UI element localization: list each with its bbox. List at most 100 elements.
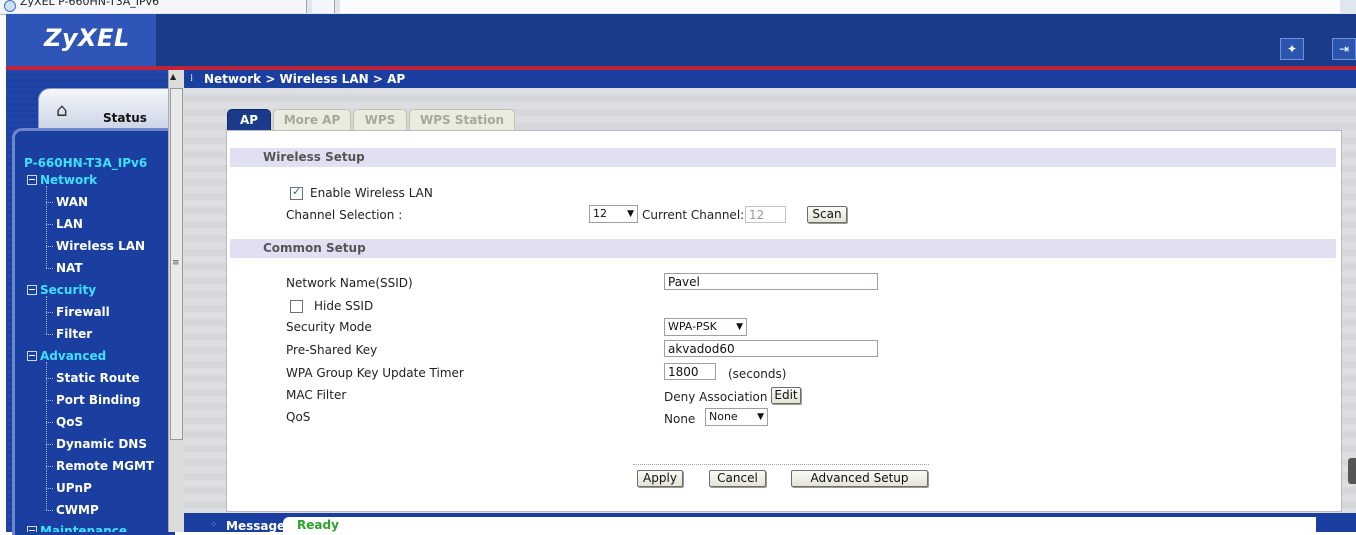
sidebar-item-remote-mgmt[interactable]: Remote MGMT bbox=[56, 459, 154, 473]
section-header-common-setup: Common Setup bbox=[230, 239, 1336, 258]
browser-tab[interactable]: ZyXEL P-660HN-T3A_IPv6 bbox=[0, 0, 307, 13]
sidebar-item-wan[interactable]: WAN bbox=[56, 195, 88, 209]
psk-label: Pre-Shared Key bbox=[286, 343, 378, 357]
cancel-button[interactable]: Cancel bbox=[709, 470, 766, 487]
nav-section-label: Advanced bbox=[40, 349, 107, 363]
tree-branch bbox=[46, 466, 53, 468]
scrollbar-grip-icon: ≡ bbox=[172, 258, 180, 268]
nav-section-label: Maintenance bbox=[40, 524, 128, 532]
tree-branch bbox=[46, 202, 53, 204]
device-model-name: P-660HN-T3A_IPv6 bbox=[24, 156, 148, 170]
message-field bbox=[283, 517, 1316, 532]
current-channel-field: 12 bbox=[745, 206, 786, 223]
ssid-label: Network Name(SSID) bbox=[286, 276, 413, 290]
tree-branch bbox=[46, 488, 53, 490]
channel-select-value: 12 bbox=[593, 207, 607, 220]
message-label: Message bbox=[226, 519, 286, 533]
hide-ssid-checkbox[interactable] bbox=[290, 300, 303, 313]
advanced-setup-button[interactable]: Advanced Setup bbox=[791, 470, 928, 487]
tree-branch bbox=[46, 422, 53, 424]
qos-select[interactable]: None ▼ bbox=[705, 408, 768, 426]
page-favicon-icon bbox=[4, 0, 16, 12]
sidebar-item-qos[interactable]: QoS bbox=[56, 415, 83, 429]
browser-tab-strip: ZyXEL P-660HN-T3A_IPv6 bbox=[0, 0, 1356, 15]
zyxel-logo: ZyXEL bbox=[44, 24, 130, 52]
qos-select-value: None bbox=[709, 410, 738, 423]
browser-tab-title: ZyXEL P-660HN-T3A_IPv6 bbox=[20, 0, 160, 8]
sidebar-item-filter[interactable]: Filter bbox=[56, 327, 92, 341]
security-mode-value: WPA-PSK bbox=[668, 320, 717, 333]
header-bar bbox=[6, 14, 1356, 68]
sidebar-item-cwmp[interactable]: CWMP bbox=[56, 503, 99, 517]
tree-branch bbox=[46, 378, 53, 380]
chevron-down-icon: ▼ bbox=[627, 209, 634, 219]
qos-value: None bbox=[664, 412, 696, 426]
sidebar-item-static-route[interactable]: Static Route bbox=[56, 371, 140, 385]
sidebar-item-upnp[interactable]: UPnP bbox=[56, 481, 92, 495]
group-key-timer-input[interactable]: 1800 bbox=[664, 363, 716, 380]
apply-button[interactable]: Apply bbox=[637, 470, 683, 487]
section-title: Wireless Setup bbox=[263, 150, 365, 164]
logout-icon[interactable]: ⇥ bbox=[1332, 38, 1356, 60]
sidebar-item-wireless-lan[interactable]: Wireless LAN bbox=[56, 239, 145, 253]
tree-branch bbox=[46, 224, 53, 226]
tree-branch bbox=[46, 444, 53, 446]
security-mode-select[interactable]: WPA-PSK ▼ bbox=[664, 318, 747, 336]
message-grip-icon: ⁘ bbox=[210, 520, 218, 530]
qos-label: QoS bbox=[286, 410, 311, 424]
tree-branch bbox=[46, 400, 53, 402]
mac-filter-value: Deny Association bbox=[664, 390, 768, 404]
menu-panel bbox=[12, 128, 175, 535]
psk-input[interactable]: akvadod60 bbox=[664, 340, 878, 357]
chevron-down-icon: ▼ bbox=[736, 322, 743, 332]
nav-section-network[interactable]: Network bbox=[27, 173, 97, 187]
enable-wireless-label: Enable Wireless LAN bbox=[310, 186, 433, 200]
sidebar-item-lan[interactable]: LAN bbox=[56, 217, 83, 231]
sidebar-item-dynamic-dns[interactable]: Dynamic DNS bbox=[56, 437, 147, 451]
tree-branch bbox=[46, 268, 53, 270]
nav-section-label: Network bbox=[40, 173, 98, 187]
timer-unit-label: (seconds) bbox=[728, 367, 787, 381]
collapse-icon[interactable] bbox=[27, 525, 37, 532]
window-resize-handle[interactable] bbox=[1348, 458, 1356, 484]
sidebar-item-nat[interactable]: NAT bbox=[56, 261, 83, 275]
mac-filter-edit-button[interactable]: Edit bbox=[771, 387, 801, 404]
collapse-icon[interactable] bbox=[27, 174, 37, 185]
enable-wireless-checkbox[interactable] bbox=[290, 185, 303, 200]
group-key-timer-label: WPA Group Key Update Timer bbox=[286, 366, 464, 380]
nav-section-security[interactable]: Security bbox=[27, 283, 96, 297]
actions-divider bbox=[633, 464, 929, 465]
wand-icon[interactable]: ✦ bbox=[1280, 38, 1304, 60]
nav-section-maintenance[interactable]: Maintenance bbox=[27, 524, 127, 532]
breadcrumb-arrow-icon: ⁞ bbox=[190, 73, 194, 84]
status-message: Ready bbox=[297, 518, 339, 532]
nav-section-advanced[interactable]: Advanced bbox=[27, 349, 106, 363]
channel-select[interactable]: 12 ▼ bbox=[589, 205, 638, 223]
nav-section-label: Security bbox=[40, 283, 97, 297]
sidebar-item-port-binding[interactable]: Port Binding bbox=[56, 393, 141, 407]
security-mode-label: Security Mode bbox=[286, 320, 372, 334]
scroll-up-arrow-icon[interactable]: ▲ bbox=[170, 72, 176, 81]
tree-branch bbox=[46, 510, 53, 512]
tree-line bbox=[46, 296, 48, 334]
chevron-down-icon: ▼ bbox=[757, 412, 764, 422]
collapse-icon[interactable] bbox=[27, 350, 37, 361]
section-title: Common Setup bbox=[263, 241, 366, 255]
browser-toolbar bbox=[340, 0, 1340, 13]
channel-selection-label: Channel Selection : bbox=[286, 208, 403, 222]
status-tab-label: Status bbox=[103, 111, 147, 125]
router-icon: ⌂ bbox=[56, 100, 68, 121]
section-header-wireless-setup: Wireless Setup bbox=[230, 148, 1336, 167]
hide-ssid-label: Hide SSID bbox=[314, 299, 374, 313]
tree-branch bbox=[46, 246, 53, 248]
breadcrumb: Network > Wireless LAN > AP bbox=[204, 72, 406, 86]
tree-line bbox=[46, 186, 48, 268]
mac-filter-label: MAC Filter bbox=[286, 388, 347, 402]
ssid-input[interactable]: Pavel bbox=[664, 273, 878, 290]
sidebar-item-firewall[interactable]: Firewall bbox=[56, 305, 110, 319]
collapse-icon[interactable] bbox=[27, 284, 37, 295]
new-tab-button[interactable] bbox=[312, 0, 335, 13]
scan-button[interactable]: Scan bbox=[807, 206, 847, 223]
current-channel-label: Current Channel: bbox=[642, 208, 745, 222]
tree-branch bbox=[46, 312, 53, 314]
